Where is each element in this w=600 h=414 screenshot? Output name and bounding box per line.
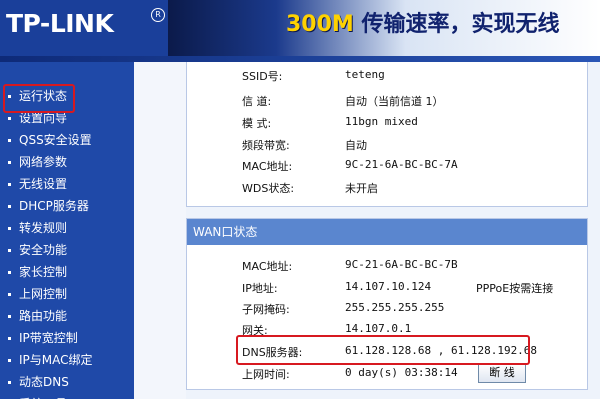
highlight-box-dns [236,335,530,365]
sidebar-item-label: 动态DNS [19,375,69,389]
slogan-number: 300M [286,12,354,37]
bullet-icon [8,249,11,252]
wan-mac-label: MAC地址: [242,260,293,273]
bullet-icon [8,381,11,384]
bullet-icon [8,337,11,340]
sidebar-item-label: 系统工具 [19,397,68,411]
sidebar-item-label: 上网控制 [19,287,68,301]
bullet-icon [8,139,11,142]
bullet-icon [8,403,11,406]
disconnect-button[interactable]: 断 线 [478,363,526,383]
sidebar-item-routing[interactable]: 路由功能 [0,306,134,326]
sidebar-item-label: DHCP服务器 [19,199,89,213]
bandwidth-value: 自动 [345,139,367,152]
gateway-value: 14.107.0.1 [345,322,412,335]
mode-value: 11bgn mixed [345,115,418,128]
highlight-box-status [3,84,75,113]
bullet-icon [8,315,11,318]
sidebar-item-ip-mac-binding[interactable]: IP与MAC绑定 [0,350,134,370]
sidebar-item-label: 网络参数 [19,155,68,169]
wan-ip-value: 14.107.10.124 [345,280,432,293]
sidebar-item-label: IP带宽控制 [19,331,78,345]
bullet-icon [8,205,11,208]
sidebar-item-network[interactable]: 网络参数 [0,152,134,172]
wan-ip-label: IP地址: [242,282,278,295]
wds-label: WDS状态: [242,182,295,195]
channel-label: 信 道: [242,95,272,108]
slogan-text: 传输速率，实现无线 [361,12,560,37]
sidebar-item-forwarding[interactable]: 转发规则 [0,218,134,238]
bullet-icon [8,359,11,362]
wireless-mac-value: 9C-21-6A-BC-BC-7A [345,158,458,171]
sidebar-item-ddns[interactable]: 动态DNS [0,372,134,392]
wan-panel-title: WAN口状态 [193,225,258,239]
header-banner: TP-LINK R 300M 传输速率，实现无线 [0,0,600,56]
bullet-icon [8,161,11,164]
registered-mark: R [151,8,165,22]
logo-text: TP-LINK [6,9,114,38]
bullet-icon [8,183,11,186]
sidebar-item-label: 无线设置 [19,177,68,191]
uptime-label: 上网时间: [242,368,290,381]
slogan: 300M 传输速率，实现无线 [286,6,560,38]
sidebar-item-dhcp[interactable]: DHCP服务器 [0,196,134,216]
bullet-icon [8,117,11,120]
content-gutter [134,62,186,399]
wan-mac-value: 9C-21-6A-BC-BC-7B [345,258,458,271]
sidebar-item-label: 家长控制 [19,265,68,279]
sidebar-item-parental[interactable]: 家长控制 [0,262,134,282]
uptime-value: 0 day(s) 03:38:14 [345,366,458,379]
sidebar-item-access-control[interactable]: 上网控制 [0,284,134,304]
wan-panel-header: WAN口状态 [187,219,587,245]
bullet-icon [8,227,11,230]
sidebar-item-label: 转发规则 [19,221,68,235]
mode-label: 模 式: [242,117,272,130]
sidebar-item-wireless[interactable]: 无线设置 [0,174,134,194]
wds-value: 未开启 [345,182,378,195]
channel-value: 自动（当前信道 1） [345,95,444,108]
sidebar-item-label: IP与MAC绑定 [19,353,93,367]
sidebar-item-security[interactable]: 安全功能 [0,240,134,260]
bullet-icon [8,271,11,274]
slogan-banner: 300M 传输速率，实现无线 [168,0,600,56]
connection-type: PPPoE按需连接 [476,282,554,295]
ssid-value: teteng [345,68,385,81]
sidebar-item-qss[interactable]: QSS安全设置 [0,130,134,150]
subnet-mask-value: 255.255.255.255 [345,301,445,314]
sidebar-item-label: 路由功能 [19,309,68,323]
sidebar-item-label: 安全功能 [19,243,68,257]
subnet-mask-label: 子网掩码: [242,303,290,316]
bandwidth-label: 频段带宽: [242,139,290,152]
sidebar-item-system-tools[interactable]: 系统工具 [0,394,134,414]
sidebar-item-label: QSS安全设置 [19,133,92,147]
wireless-mac-label: MAC地址: [242,160,293,173]
ssid-label: SSID号: [242,70,283,83]
bullet-icon [8,293,11,296]
tp-link-logo: TP-LINK R [0,0,168,56]
sidebar-item-bandwidth[interactable]: IP带宽控制 [0,328,134,348]
